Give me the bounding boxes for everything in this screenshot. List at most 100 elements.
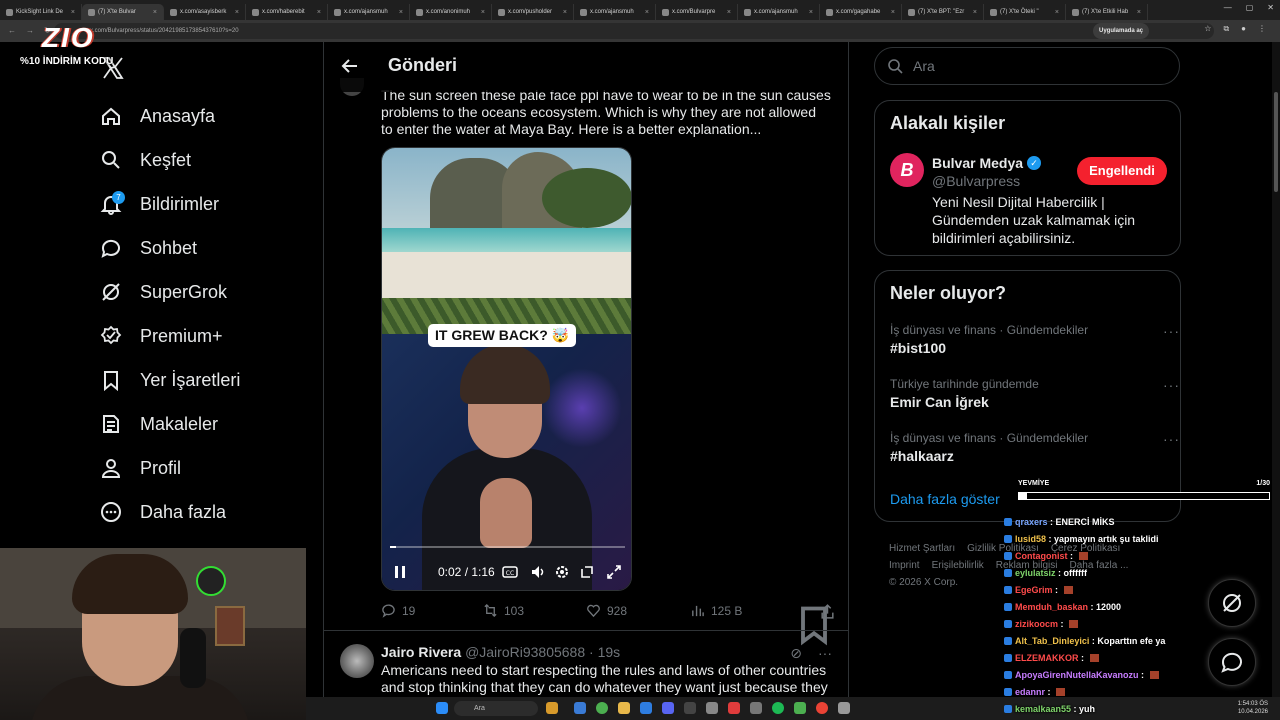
nav-item-home[interactable]: Anasayfa [100,101,215,131]
repost-button[interactable]: 103 [483,603,524,618]
taskbar-search[interactable]: Ara [454,701,538,716]
browser-tab[interactable]: (7) X'te BPT: "Ezr × [902,4,984,20]
share-icon[interactable] [819,603,836,620]
browser-tab[interactable]: x.com/Bulvarpre × [656,4,738,20]
browser-tab[interactable]: x.com/asayisberk × [164,4,246,20]
views-button[interactable]: 125 B [690,603,742,618]
browser-tab[interactable]: (7) X'te Etkili Hab × [1066,4,1148,20]
more-icon[interactable]: ··· [818,645,832,662]
show-more-link[interactable]: Daha fazla göster [890,491,1000,507]
more-icon[interactable]: ··· [1163,377,1180,393]
reply-header: Jairo Rivera @JairoRi93805688 · 19s [381,644,620,660]
close-icon[interactable]: ✕ [1267,3,1274,12]
tab-close-icon[interactable]: × [235,9,239,16]
nav-item-grok[interactable]: SuperGrok [100,277,227,307]
footer-link[interactable]: Imprint [889,560,920,571]
nav-item-bell[interactable]: 7 Bildirimler [100,189,219,219]
related-name[interactable]: Bulvar Medya ✓ [932,155,1042,171]
browser-tab[interactable]: x.com/ajansmuh × [574,4,656,20]
more-icon[interactable]: ··· [1163,323,1180,339]
tab-close-icon[interactable]: × [1055,9,1059,16]
app-icon[interactable] [816,702,828,714]
profile-icon[interactable]: ● [1241,24,1246,34]
tab-close-icon[interactable]: × [71,9,75,16]
search-input[interactable]: Ara [874,47,1180,85]
footer-link[interactable]: Hizmet Şartları [889,543,955,554]
nav-item-chat[interactable]: Sohbet [100,233,197,263]
browser-tab[interactable]: x.com/haberebit × [246,4,328,20]
start-icon[interactable] [436,702,448,714]
menu-icon[interactable]: ⋮ [1258,24,1266,34]
nav-item-profile[interactable]: Profil [100,453,181,483]
minimize-icon[interactable]: — [1224,3,1232,12]
folder-icon[interactable] [618,702,630,714]
settings-icon[interactable] [554,564,570,580]
tab-close-icon[interactable]: × [399,9,403,16]
back-arrow-icon[interactable] [340,56,360,76]
browser-tab[interactable]: x.com/gagahabe × [820,4,902,20]
browser-tab[interactable]: x.com/pusholder × [492,4,574,20]
browser-tab[interactable]: x.com/ajansmuh × [328,4,410,20]
nav-item-premium[interactable]: Premium+ [100,321,223,351]
tab-close-icon[interactable]: × [563,9,567,16]
blocked-button[interactable]: Engellendi [1077,157,1167,185]
nav-item-more[interactable]: Daha fazla [100,497,226,527]
discord-icon[interactable] [662,702,674,714]
nav-item-bookmark[interactable]: Yer İşaretleri [100,365,240,395]
tab-close-icon[interactable]: × [727,9,731,16]
browser-tab[interactable]: (7) X'te Bulvar × [82,4,164,20]
tab-close-icon[interactable]: × [645,9,649,16]
fullscreen-icon[interactable] [606,564,622,580]
app-icon[interactable] [546,702,558,714]
app-icon[interactable] [750,702,762,714]
more-icon[interactable]: ··· [1163,431,1180,447]
reply-button[interactable]: 19 [381,603,415,618]
app-icon[interactable] [706,702,718,714]
browser-tab[interactable]: x.com/anonimuh × [410,4,492,20]
tab-close-icon[interactable]: × [153,9,157,16]
grok-icon[interactable]: ⊘ [790,645,802,662]
trend-item[interactable]: Türkiye tarihinde gündemde Emir Can İğrek… [890,377,1180,410]
video-progress-bar[interactable] [390,546,625,548]
messages-fab[interactable] [1208,638,1256,686]
chat-username: Alt_Tab_Dinleyici [1015,636,1090,646]
star-icon[interactable]: ☆ [1204,24,1211,34]
tab-close-icon[interactable]: × [809,9,813,16]
tab-close-icon[interactable]: × [973,9,977,16]
app-icon[interactable] [794,702,806,714]
tab-close-icon[interactable]: × [481,9,485,16]
tab-close-icon[interactable]: × [317,9,321,16]
url-field[interactable]: x.com/Bulvarpress/status/204219851738543… [54,23,1214,39]
maximize-icon[interactable]: ▢ [1246,3,1254,12]
tab-close-icon[interactable]: × [891,9,895,16]
captions-icon[interactable]: CC [502,564,518,580]
nav-item-search[interactable]: Keşfet [100,145,191,175]
browser-tab[interactable]: x.com/ajansmuh × [738,4,820,20]
reply-avatar[interactable] [340,644,374,678]
app-icon[interactable] [728,702,740,714]
video-player[interactable]: IT GREW BACK? 🤯 0:02 / 1:16 CC [381,147,632,591]
app-icon[interactable] [684,702,696,714]
browser-tab[interactable]: (7) X'te Öteki " × [984,4,1066,20]
spotify-icon[interactable] [772,702,784,714]
nav-item-article[interactable]: Makaleler [100,409,218,439]
open-in-app-button[interactable]: Uygulamada aç [1093,23,1150,39]
app-icon[interactable] [640,702,652,714]
trend-item[interactable]: İş dünyası ve finans · Gündemdekiler #hal… [890,431,1180,464]
reply-author-name[interactable]: Jairo Rivera [381,644,461,660]
browser-tab[interactable]: KickSight Link De × [0,4,82,20]
popout-icon[interactable] [579,564,595,580]
extensions-icon[interactable]: ⧉ [1223,24,1229,34]
bulvar-avatar[interactable]: B [890,153,924,187]
trend-item[interactable]: İş dünyası ve finans · Gündemdekiler #bis… [890,323,1180,356]
app-icon[interactable] [838,702,850,714]
chrome-icon[interactable] [596,702,608,714]
volume-icon[interactable] [530,564,546,580]
footer-link[interactable]: Erişilebilirlik [932,560,984,571]
back-icon[interactable]: ← [8,26,16,35]
like-button[interactable]: 928 [586,603,627,618]
pause-icon[interactable] [392,564,408,580]
tab-close-icon[interactable]: × [1137,9,1141,16]
app-icon[interactable] [574,702,586,714]
grok-fab[interactable] [1208,579,1256,627]
